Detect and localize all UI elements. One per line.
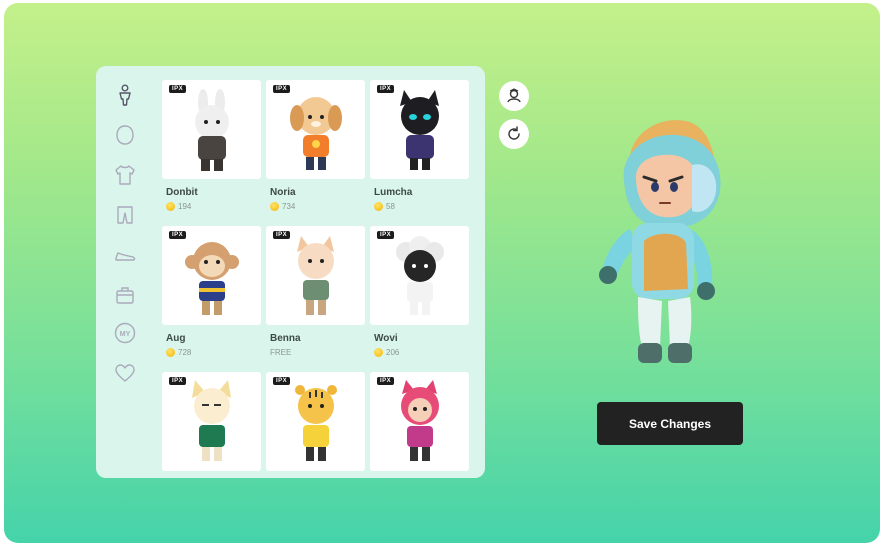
item-price: FREE [270,348,291,357]
item-card[interactable]: IPX [266,80,365,179]
item-name: Donbit [166,187,198,198]
heart-icon [115,364,135,382]
avatar-icon [507,88,521,103]
item-card[interactable]: IPX [370,372,469,471]
bag-category-icon[interactable] [114,284,136,306]
item-price-value: 58 [386,202,395,211]
ipx-badge: IPX [169,377,187,385]
customization-stage: MY IPX IPX IPX Donbit 194 Noria 734 Lumc… [4,3,880,543]
item-price: 206 [374,348,399,357]
ipx-badge: IPX [377,231,395,239]
fox-character-icon [192,380,231,461]
item-name: Noria [270,187,296,198]
monkey-character-icon [185,242,239,315]
reset-icon [508,126,520,140]
top-category-icon[interactable] [114,164,136,186]
shirt-icon [115,165,135,185]
item-card[interactable]: IPX [162,226,261,325]
ipx-badge: IPX [273,231,291,239]
item-card[interactable]: IPX [162,80,261,179]
item-card[interactable]: IPX [370,80,469,179]
coin-icon [374,348,383,357]
my-circle-icon: MY [114,322,136,344]
item-price: 734 [270,202,295,211]
puppy-character-icon [290,97,342,170]
bunny-character-icon [195,89,229,171]
item-picker-panel: MY IPX IPX IPX Donbit 194 Noria 734 Lumc… [96,66,485,478]
item-price: 58 [374,202,395,211]
avatar-preview [599,120,721,363]
item-card[interactable]: IPX [370,226,469,325]
cat-character-icon [297,236,334,315]
tiger-character-icon [295,385,337,461]
body-category-icon[interactable] [114,84,136,106]
bag-icon [116,287,134,304]
my-category-icon[interactable]: MY [114,322,136,344]
save-changes-button[interactable]: Save Changes [597,402,743,445]
ipx-badge: IPX [169,231,187,239]
coin-icon [166,348,175,357]
coin-icon [166,202,175,211]
ipx-badge: IPX [377,85,395,93]
item-card[interactable]: IPX [266,226,365,325]
item-price-value: 728 [178,348,192,357]
bottom-category-icon[interactable] [114,204,136,226]
reset-button[interactable] [499,119,529,149]
my-label: MY [120,331,131,338]
item-price: 728 [166,348,191,357]
coin-icon [270,202,279,211]
ipx-badge: IPX [273,85,291,93]
avatar-view-button[interactable] [499,81,529,111]
item-price-value: FREE [270,348,292,357]
ipx-badge: IPX [169,85,187,93]
coin-icon [374,202,383,211]
item-price-value: 206 [386,348,400,357]
item-price-value: 194 [178,202,192,211]
ipx-badge: IPX [377,377,395,385]
pink-hair-character-icon [401,380,439,461]
item-name: Lumcha [374,187,413,198]
item-card[interactable]: IPX [266,372,365,471]
item-card[interactable]: IPX [162,372,261,471]
shoe-icon [115,252,136,261]
shoes-category-icon[interactable] [114,244,136,266]
item-name: Aug [166,333,186,344]
item-name: Wovi [374,333,398,344]
item-price: 194 [166,202,191,211]
black-cat-character-icon [400,90,439,170]
pants-icon [117,206,133,224]
sheep-character-icon [396,236,444,315]
head-icon [116,125,134,145]
item-price-value: 734 [282,202,296,211]
favorites-category-icon[interactable] [114,362,136,384]
person-icon [119,84,131,106]
item-name: Benna [270,333,301,344]
head-category-icon[interactable] [114,124,136,146]
ipx-badge: IPX [273,377,291,385]
